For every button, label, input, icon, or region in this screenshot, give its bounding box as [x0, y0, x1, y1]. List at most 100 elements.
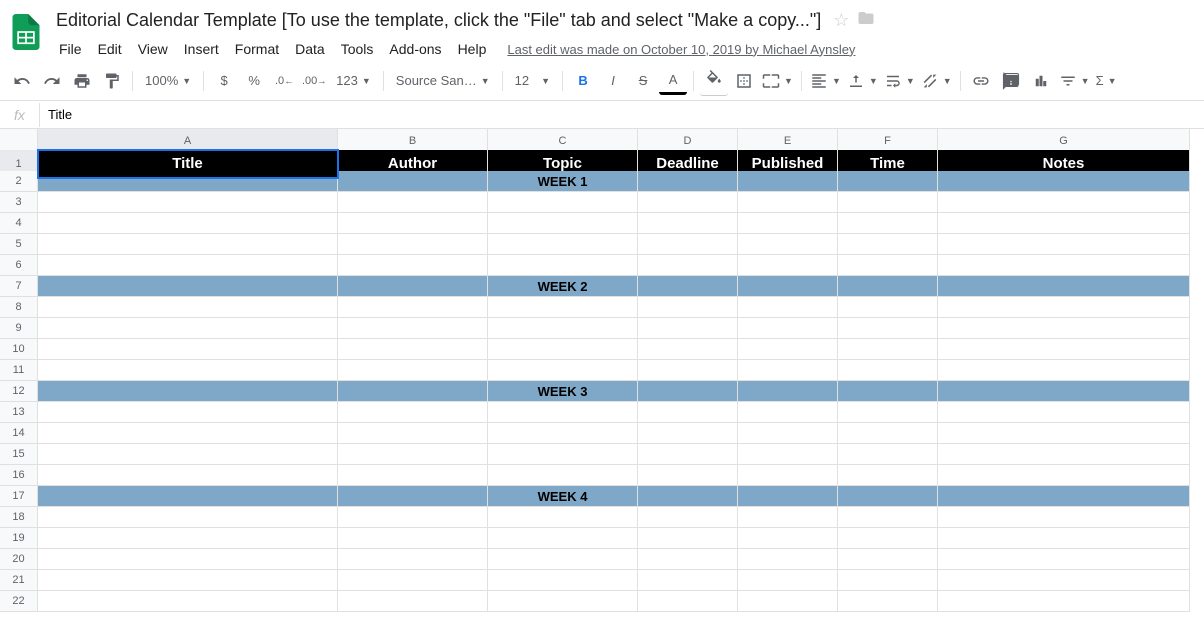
cell-B6[interactable] — [338, 255, 488, 276]
cell-D20[interactable] — [638, 549, 738, 570]
cell-G7[interactable] — [938, 276, 1190, 297]
cell-G5[interactable] — [938, 234, 1190, 255]
cell-D18[interactable] — [638, 507, 738, 528]
bold-button[interactable]: B — [569, 67, 597, 95]
cell-D19[interactable] — [638, 528, 738, 549]
cell-C11[interactable] — [488, 360, 638, 381]
cell-B16[interactable] — [338, 465, 488, 486]
cell-F20[interactable] — [838, 549, 938, 570]
cell-A3[interactable] — [38, 192, 338, 213]
cell-B13[interactable] — [338, 402, 488, 423]
cell-F6[interactable] — [838, 255, 938, 276]
row-header-12[interactable]: 12 — [0, 381, 38, 402]
cell-E16[interactable] — [738, 465, 838, 486]
star-icon[interactable]: ☆ — [833, 10, 849, 31]
row-header-11[interactable]: 11 — [0, 360, 38, 381]
cell-F10[interactable] — [838, 339, 938, 360]
cell-F11[interactable] — [838, 360, 938, 381]
cell-E22[interactable] — [738, 591, 838, 612]
cell-E20[interactable] — [738, 549, 838, 570]
cell-C2[interactable]: WEEK 1 — [488, 171, 638, 192]
cell-G20[interactable] — [938, 549, 1190, 570]
cell-E7[interactable] — [738, 276, 838, 297]
row-header-16[interactable]: 16 — [0, 465, 38, 486]
strikethrough-button[interactable]: S — [629, 67, 657, 95]
cell-G14[interactable] — [938, 423, 1190, 444]
cell-A12[interactable] — [38, 381, 338, 402]
cell-E15[interactable] — [738, 444, 838, 465]
cell-F18[interactable] — [838, 507, 938, 528]
currency-button[interactable]: $ — [210, 67, 238, 95]
cell-G18[interactable] — [938, 507, 1190, 528]
cell-C8[interactable] — [488, 297, 638, 318]
cell-D16[interactable] — [638, 465, 738, 486]
cell-D15[interactable] — [638, 444, 738, 465]
row-header-5[interactable]: 5 — [0, 234, 38, 255]
cell-D5[interactable] — [638, 234, 738, 255]
undo-button[interactable] — [8, 67, 36, 95]
cell-G9[interactable] — [938, 318, 1190, 339]
borders-button[interactable] — [730, 67, 758, 95]
cell-C14[interactable] — [488, 423, 638, 444]
menu-view[interactable]: View — [131, 37, 175, 61]
cell-G12[interactable] — [938, 381, 1190, 402]
cell-E8[interactable] — [738, 297, 838, 318]
text-color-button[interactable]: A — [659, 67, 687, 95]
sheet-area[interactable]: ABCDEFG1TitleAuthorTopicDeadlinePublishe… — [0, 129, 1204, 611]
cell-B17[interactable] — [338, 486, 488, 507]
cell-E6[interactable] — [738, 255, 838, 276]
cell-D22[interactable] — [638, 591, 738, 612]
cell-B8[interactable] — [338, 297, 488, 318]
cell-E19[interactable] — [738, 528, 838, 549]
cell-B12[interactable] — [338, 381, 488, 402]
cell-G16[interactable] — [938, 465, 1190, 486]
row-header-10[interactable]: 10 — [0, 339, 38, 360]
zoom-dropdown[interactable]: 100%▼ — [139, 67, 197, 95]
cell-F2[interactable] — [838, 171, 938, 192]
cell-D21[interactable] — [638, 570, 738, 591]
row-header-22[interactable]: 22 — [0, 591, 38, 612]
redo-button[interactable] — [38, 67, 66, 95]
cell-C20[interactable] — [488, 549, 638, 570]
cell-E14[interactable] — [738, 423, 838, 444]
cell-C3[interactable] — [488, 192, 638, 213]
cell-A21[interactable] — [38, 570, 338, 591]
cell-A1[interactable]: Title — [38, 150, 338, 178]
doc-title[interactable]: Editorial Calendar Template [To use the … — [52, 8, 825, 33]
chart-button[interactable] — [1027, 67, 1055, 95]
menu-tools[interactable]: Tools — [334, 37, 381, 61]
filter-dropdown[interactable]: ▼ — [1057, 67, 1092, 95]
cell-A16[interactable] — [38, 465, 338, 486]
cell-C9[interactable] — [488, 318, 638, 339]
cell-A14[interactable] — [38, 423, 338, 444]
cell-D10[interactable] — [638, 339, 738, 360]
menu-addons[interactable]: Add-ons — [382, 37, 448, 61]
increase-decimal-button[interactable]: .00→ — [300, 67, 328, 95]
cell-E12[interactable] — [738, 381, 838, 402]
sheets-logo[interactable] — [8, 8, 44, 56]
formula-input[interactable] — [40, 103, 1204, 126]
cell-C15[interactable] — [488, 444, 638, 465]
functions-dropdown[interactable]: Σ▼ — [1094, 67, 1119, 95]
cell-F7[interactable] — [838, 276, 938, 297]
row-header-18[interactable]: 18 — [0, 507, 38, 528]
menu-data[interactable]: Data — [288, 37, 332, 61]
cell-C21[interactable] — [488, 570, 638, 591]
cell-D3[interactable] — [638, 192, 738, 213]
cell-B10[interactable] — [338, 339, 488, 360]
cell-A22[interactable] — [38, 591, 338, 612]
cell-A11[interactable] — [38, 360, 338, 381]
font-dropdown[interactable]: Source San…▼ — [390, 67, 496, 95]
cell-A18[interactable] — [38, 507, 338, 528]
cell-G8[interactable] — [938, 297, 1190, 318]
cell-E10[interactable] — [738, 339, 838, 360]
cell-E4[interactable] — [738, 213, 838, 234]
cell-B5[interactable] — [338, 234, 488, 255]
cell-C18[interactable] — [488, 507, 638, 528]
cell-F22[interactable] — [838, 591, 938, 612]
merge-cells-dropdown[interactable]: ▼ — [760, 67, 795, 95]
cell-B4[interactable] — [338, 213, 488, 234]
cell-F19[interactable] — [838, 528, 938, 549]
cell-E13[interactable] — [738, 402, 838, 423]
cell-G2[interactable] — [938, 171, 1190, 192]
